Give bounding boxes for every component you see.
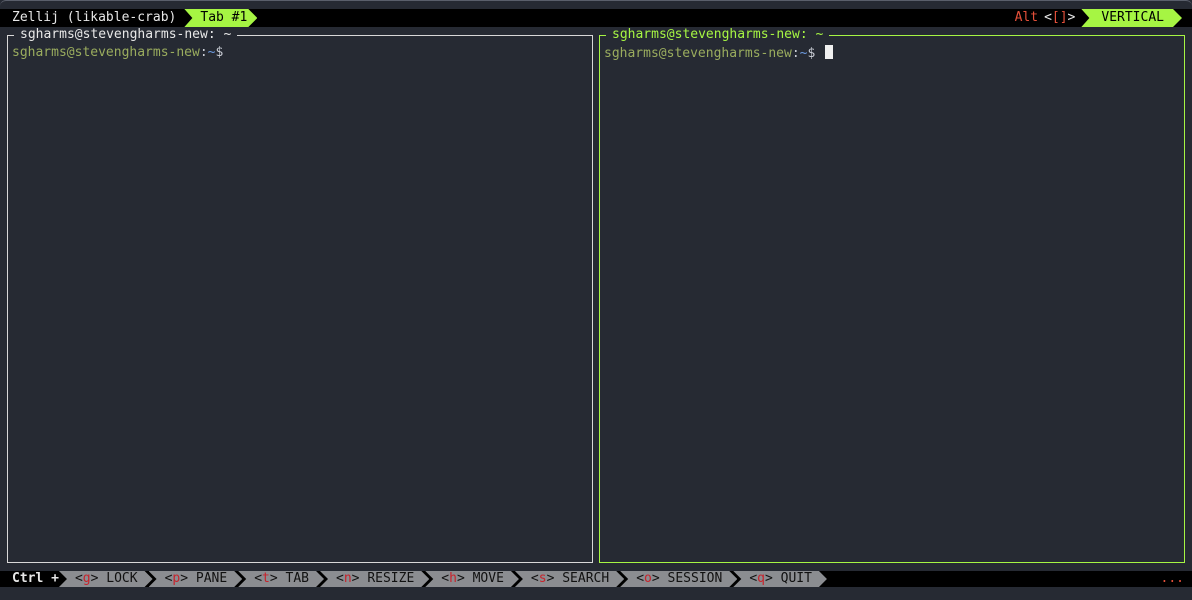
swap-layout-indicator: Alt <[]> VERTICAL <box>1015 9 1182 27</box>
hint-search[interactable]: <s> SEARCH <box>515 571 624 587</box>
hint-lock[interactable]: <g> LOCK <box>59 571 153 587</box>
prompt-symbol: $ <box>807 46 816 61</box>
hint-quit[interactable]: <q> QUIT <box>733 571 827 587</box>
tab-bar: Zellij (likable-crab) Tab #1 Alt <[]> VE… <box>0 9 1192 27</box>
prompt-user: sgharms@stevengharms-new <box>12 45 200 60</box>
text-cursor[interactable] <box>825 45 834 59</box>
hint-key: q <box>757 571 765 586</box>
alt-modifier-label: Alt <box>1014 10 1039 25</box>
hint-key: p <box>172 571 181 586</box>
prompt-separator: : <box>199 45 208 60</box>
hint-key: h <box>449 571 457 586</box>
hint-label: MOVE <box>472 571 504 586</box>
prompt-user: sgharms@stevengharms-new <box>604 46 792 61</box>
alt-keys-open: < <box>1044 10 1052 25</box>
shell-prompt: sgharms@stevengharms-new:~$ <box>604 45 834 62</box>
hint-label: QUIT <box>780 571 812 586</box>
alt-keys-hint: <[]> <box>1038 9 1081 27</box>
status-bar: Ctrl + <g> LOCK <p> PANE <t> TAB <n> RES… <box>0 571 1192 587</box>
shell-prompt: sgharms@stevengharms-new:~$ <box>12 45 223 61</box>
hint-key: o <box>644 571 652 586</box>
hint-resize[interactable]: <n> RESIZE <box>320 571 429 587</box>
hint-label: SESSION <box>667 571 723 586</box>
pane-title: sgharms@stevengharms-new: ~ <box>606 27 830 43</box>
layout-mode-badge[interactable]: VERTICAL <box>1081 9 1182 27</box>
session-name: Zellij (likable-crab) <box>12 10 177 25</box>
alt-keys-brackets: [] <box>1051 10 1068 25</box>
pane-title: sgharms@stevengharms-new: ~ <box>14 27 238 43</box>
hint-session[interactable]: <o> SESSION <box>620 571 737 587</box>
ctrl-modifier-label: Ctrl + <box>12 571 59 586</box>
pane-left[interactable]: sgharms@stevengharms-new: ~ sgharms@stev… <box>7 27 593 563</box>
hint-label: SEARCH <box>562 571 610 586</box>
hint-key: n <box>343 571 352 586</box>
tab-1[interactable]: Tab #1 <box>184 9 257 27</box>
hint-label: RESIZE <box>367 571 415 586</box>
hint-move[interactable]: <h> MOVE <box>425 571 519 587</box>
hint-pane[interactable]: <p> PANE <box>149 571 243 587</box>
alt-keys-close: > <box>1067 10 1076 25</box>
hint-key: g <box>82 571 91 586</box>
hint-label: PANE <box>195 571 228 586</box>
hint-tab[interactable]: <t> TAB <box>238 571 324 587</box>
hint-key: s <box>538 571 547 586</box>
more-hints-indicator: ... <box>1160 571 1184 586</box>
pane-right-focused[interactable]: sgharms@stevengharms-new: ~ sgharms@stev… <box>599 27 1185 563</box>
hint-label: TAB <box>285 571 310 586</box>
prompt-separator: : <box>791 46 800 61</box>
prompt-path: ~ <box>799 46 808 61</box>
prompt-symbol: $ <box>215 45 224 60</box>
hint-key: t <box>262 571 270 586</box>
hint-label: LOCK <box>106 571 138 586</box>
prompt-path: ~ <box>207 45 216 60</box>
